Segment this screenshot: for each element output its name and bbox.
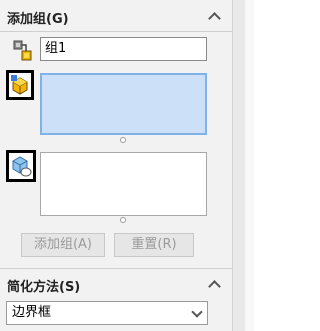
component-selection-icon: [11, 75, 28, 95]
simplify-method-dropdown[interactable]: 边界框: [6, 301, 208, 325]
collapse-chevron-icon[interactable]: [209, 11, 221, 23]
property-panel: 添加组(G) 组1 添加组(A) 重置(R) 简化方法(S) 边界框: [0, 0, 232, 331]
list-resize-handle[interactable]: [120, 137, 126, 143]
simplify-method-header[interactable]: 简化方法(S): [0, 272, 232, 298]
collapse-chevron-icon[interactable]: [209, 279, 221, 291]
section-divider: [0, 268, 232, 269]
scrollbar-track[interactable]: [245, 0, 254, 331]
component-selection-list[interactable]: [40, 73, 207, 135]
section-divider: [0, 31, 232, 32]
panel-scroll-strip[interactable]: [232, 0, 254, 331]
dropdown-selected-value: 边界框: [12, 305, 52, 320]
body-selection-list[interactable]: [40, 152, 207, 216]
add-group-button[interactable]: 添加组(A): [21, 233, 105, 257]
add-group-title: 添加组(G): [7, 11, 69, 27]
group-name-field[interactable]: 组1: [40, 37, 207, 61]
reset-button[interactable]: 重置(R): [114, 233, 194, 257]
body-selection-icon: [12, 156, 32, 177]
list-resize-handle[interactable]: [120, 217, 126, 223]
simplify-method-title: 简化方法(S): [7, 279, 81, 295]
component-selection-icon-frame: [6, 70, 34, 100]
add-group-header[interactable]: 添加组(G): [0, 4, 232, 30]
body-selection-icon-frame: [6, 150, 36, 182]
dropdown-chevron-icon[interactable]: [193, 308, 201, 316]
group-parts-icon: [13, 40, 32, 61]
